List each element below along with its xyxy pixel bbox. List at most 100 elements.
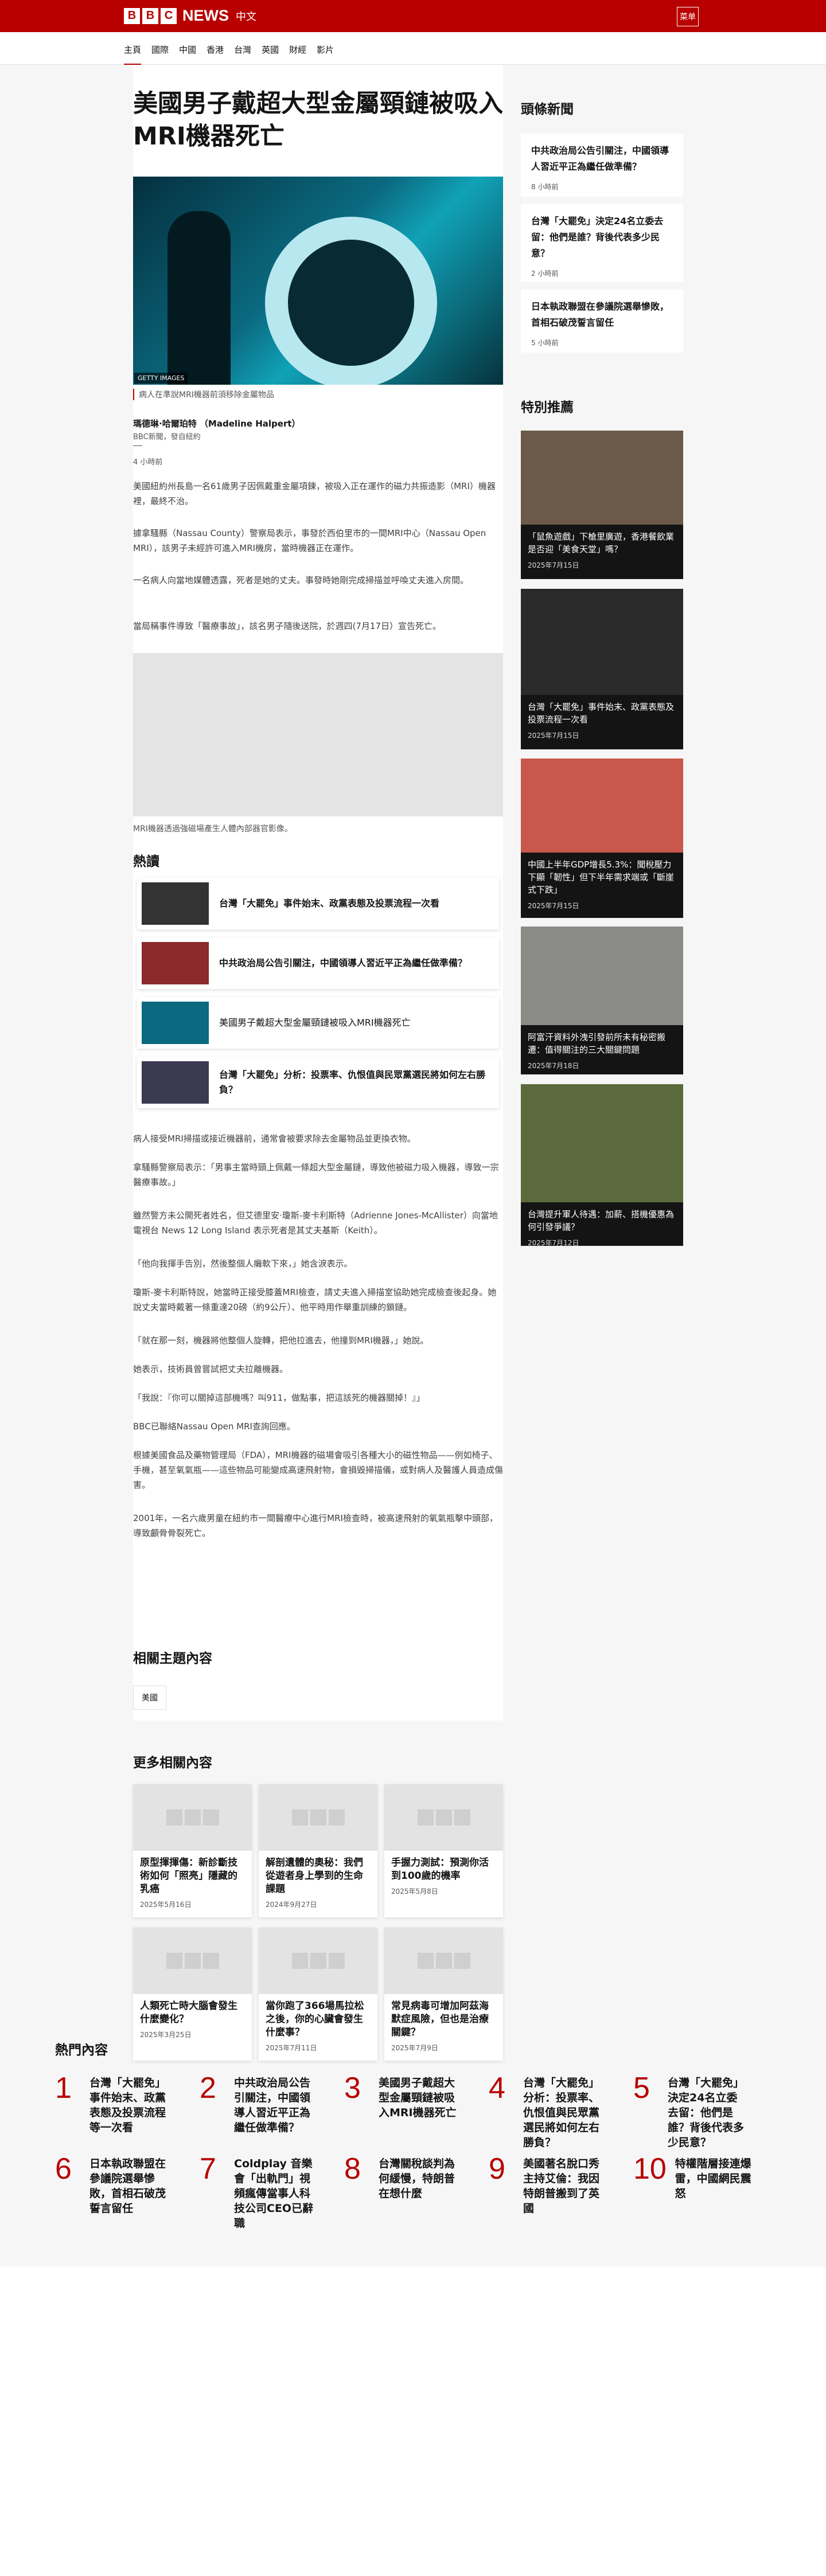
- article-paragraph: 「就在那一刻，機器將他整個人旋轉，把他拉進去，他撞到MRI機器，」她說。: [133, 1335, 429, 1346]
- most-read-title: 台灣「大罷免」分析：投票率、仇恨值與民眾黨選民將如何左右勝負？: [523, 2077, 600, 2149]
- related-date: 2025年3月25日: [140, 2031, 192, 2039]
- most-read-item[interactable]: 4 台灣「大罷免」分析：投票率、仇恨值與民眾黨選民將如何左右勝負？: [489, 2073, 609, 2150]
- latest-title: 台灣「大罷免」決定24名立委去留：他們是誰？背後代表多少民意？: [531, 216, 664, 259]
- related-card[interactable]: 常見病毒可增加阿茲海默症風險，但也是治療關鍵？ 2025年7月9日: [384, 1928, 503, 2061]
- most-read-item[interactable]: 7 Coldplay 音樂會「出軌門」視頻瘋傳當事人科技公司CEO已辭職: [200, 2154, 320, 2231]
- hot-reads-heading: 熱讀: [133, 854, 159, 869]
- related-card[interactable]: 人類死亡時大腦會發生什麼變化？ 2025年3月25日: [133, 1928, 252, 2061]
- most-read-item[interactable]: 8 台灣關稅談判為何緩慢，特朗普在想什麼: [344, 2154, 465, 2201]
- pick-card[interactable]: 台灣「大罷免」事件始末、政黨表態及投票流程一次看 2025年7月15日: [521, 589, 683, 749]
- nav-item-home[interactable]: 主頁: [124, 44, 142, 66]
- most-read-item[interactable]: 1 台灣「大罷免」事件始末、政黨表態及投票流程等一次看: [55, 2073, 176, 2135]
- most-read-item[interactable]: 9 美國著名脫口秀主持艾倫：我因特朗普搬到了英國: [489, 2154, 609, 2216]
- pick-date: 2025年7月15日: [528, 561, 579, 569]
- related-card[interactable]: 當你跑了366場馬拉松之後，你的心臟會發生什麼事？ 2025年7月11日: [259, 1928, 377, 2061]
- pick-title: 中國上半年GDP增長5.3%：聞稅壓力下顯「韌性」但下半年需求端或「斷崖式下跌」: [528, 859, 675, 895]
- pick-card[interactable]: 阿富汗資料外洩引發前所未有秘密搬遷：值得關注的三大關鍵問題 2025年7月18日: [521, 927, 683, 1074]
- most-read-item[interactable]: 6 日本執政聯盟在參議院選舉慘敗，首相石破茂誓言留任: [55, 2154, 176, 2216]
- nav-item-uk[interactable]: 英國: [262, 44, 279, 66]
- most-read-title: 美國男子戴超大型金屬頸鏈被吸入MRI機器死亡: [379, 2077, 457, 2119]
- most-read-title: 特權階層接連爆雷，中國網民震怒: [675, 2157, 751, 2200]
- latest-item[interactable]: 台灣「大罷免」決定24名立委去留：他們是誰？背後代表多少民意？ 2 小時前: [521, 204, 683, 282]
- mri-ring-shape: [265, 217, 437, 385]
- thumbnail: [142, 882, 209, 925]
- hot-read-title: 台灣「大罷免」分析：投票率、仇恨值與民眾黨選民將如何左右勝負？: [219, 1069, 486, 1095]
- article-paragraph: 2001年，一名六歲男童在紐約市一間醫療中心進行MRI檢查時，被高速飛射的氧氣瓶…: [133, 1513, 498, 1538]
- related-date: 2025年5月16日: [140, 1901, 192, 1909]
- hot-read-item[interactable]: 台灣「大罷免」分析：投票率、仇恨值與民眾黨選民將如何左右勝負？: [137, 1057, 499, 1108]
- latest-time: 8 小時前: [531, 183, 559, 191]
- logo-letter: B: [124, 7, 140, 24]
- related-date: 2025年7月11日: [266, 2044, 317, 2052]
- article-paragraph: 美國紐約州長島一名61歲男子因佩戴重金屬項鍊，被吸入正在運作的磁力共振造影（MR…: [133, 481, 496, 506]
- pick-card[interactable]: 中國上半年GDP增長5.3%：聞稅壓力下顯「韌性」但下半年需求端或「斷崖式下跌」…: [521, 759, 683, 918]
- topic-tag[interactable]: 美國: [133, 1686, 166, 1710]
- pick-image: [521, 927, 683, 1025]
- rank-number: 2: [200, 2071, 216, 2105]
- picks-heading: 特別推薦: [521, 400, 574, 415]
- nav-item-china[interactable]: 中國: [179, 44, 196, 66]
- article: 美國男子戴超大型金屬頸鏈被吸入MRI機器死亡 GETTY IMAGES 病人在準…: [133, 65, 503, 1721]
- video-player[interactable]: [133, 653, 503, 816]
- related-card[interactable]: 原型揮揮傷：新診斷技術如何「照亮」隱藏的乳癌 2025年5月16日: [133, 1784, 252, 1917]
- article-paragraph: 拿騷縣警察局表示：「男事主當時頸上佩戴一條超大型金屬鏈，導致他被磁力吸入機器，導…: [133, 1162, 499, 1187]
- most-read-item[interactable]: 10 特權階層接連爆雷，中國網民震怒: [633, 2154, 754, 2201]
- bbc-placeholder-image: [259, 1784, 377, 1851]
- article-paragraph: 她表示，技術員曾嘗試把丈夫拉離機器。: [133, 1364, 289, 1374]
- pick-card[interactable]: 「鼠魚遊戲」下槍里廣遊，香港餐飲業是否迎「美食天堂」嗎？ 2025年7月15日: [521, 431, 683, 579]
- masthead: B B C NEWS 中文 菜单: [0, 0, 826, 32]
- language-label: 中文: [236, 10, 256, 23]
- rank-number: 7: [200, 2152, 216, 2186]
- latest-item[interactable]: 日本執政聯盟在參議院選舉慘敗，首相石破茂誓言留任 5 小時前: [521, 290, 683, 353]
- most-read-item[interactable]: 3 美國男子戴超大型金屬頸鏈被吸入MRI機器死亡: [344, 2073, 465, 2120]
- topics-heading: 相關主題內容: [133, 1651, 212, 1666]
- hot-read-item[interactable]: 美國男子戴超大型金屬頸鏈被吸入MRI機器死亡: [137, 997, 499, 1049]
- article-paragraph: 根據美國食品及藥物管理局（FDA），MRI機器的磁場會吸引各種大小的磁性物品——…: [133, 1450, 504, 1490]
- pick-date: 2025年7月18日: [528, 1062, 579, 1070]
- hot-read-title: 美國男子戴超大型金屬頸鏈被吸入MRI機器死亡: [219, 1017, 411, 1028]
- article-paragraph: 據拿騷縣（Nassau County）警察局表示，事發於西伯里市的一間MRI中心…: [133, 528, 486, 553]
- nav-item-world[interactable]: 國際: [151, 44, 169, 66]
- most-read-title: 美國著名脫口秀主持艾倫：我因特朗普搬到了英國: [523, 2157, 600, 2215]
- bbc-placeholder-image: [133, 1784, 252, 1851]
- video-caption: MRI機器透過強磁場產生人體內部器官影像。: [133, 824, 293, 834]
- latest-time: 5 小時前: [531, 339, 559, 347]
- hot-read-item[interactable]: 中共政治局公告引關注，中國領導人習近平正為繼任做準備？: [137, 937, 499, 989]
- image-credit: GETTY IMAGES: [134, 373, 188, 384]
- nav-item-video[interactable]: 影片: [317, 44, 334, 66]
- related-title: 常見病毒可增加阿茲海默症風險，但也是治療關鍵？: [391, 2000, 489, 2038]
- most-read-item[interactable]: 5 台灣「大罷免」決定24名立委去留：他們是誰？背後代表多少民意？: [633, 2073, 754, 2150]
- pick-title: 阿富汗資料外洩引發前所未有秘密搬遷：值得關注的三大關鍵問題: [528, 1032, 666, 1055]
- related-date: 2025年7月9日: [391, 2044, 438, 2052]
- publish-time: 4 小時前: [133, 458, 163, 467]
- pick-image: [521, 589, 683, 695]
- bbc-placeholder-image: [133, 1928, 252, 1994]
- related-card[interactable]: 解剖遺體的奧秘：我們從遊者身上學到的生命課題 2024年9月27日: [259, 1784, 377, 1917]
- hot-read-title: 中共政治局公告引關注，中國領導人習近平正為繼任做準備？: [219, 957, 467, 968]
- related-title: 人類死亡時大腦會發生什麼變化？: [140, 2000, 237, 2025]
- bbc-placeholder-image: [384, 1784, 503, 1851]
- nav-item-taiwan[interactable]: 台灣: [234, 44, 251, 66]
- pick-title: 台灣提升軍人待遇：加薪、搭機優惠為何引發爭議？: [528, 1209, 675, 1232]
- bbc-news-logo[interactable]: B B C NEWS 中文: [124, 7, 256, 25]
- nav-item-hongkong[interactable]: 香港: [206, 44, 224, 66]
- most-read-item[interactable]: 2 中共政治局公告引關注，中國領導人習近平正為繼任做準備？: [200, 2073, 320, 2135]
- most-read-heading: 熱門內容: [55, 2043, 108, 2058]
- latest-title: 日本執政聯盟在參議院選舉慘敗，首相石破茂誓言留任: [531, 301, 669, 328]
- rank-number: 6: [55, 2152, 72, 2186]
- byline-author: 瑪德琳·哈爾珀特 （Madeline Halpert）: [133, 419, 301, 429]
- pick-card[interactable]: 台灣提升軍人待遇：加薪、搭機優惠為何引發爭議？ 2025年7月12日: [521, 1084, 683, 1247]
- nav-item-business[interactable]: 財經: [289, 44, 306, 66]
- pick-image: [521, 431, 683, 525]
- menu-button[interactable]: 菜单: [677, 7, 699, 26]
- related-card[interactable]: 手握力測試：預測你活到100歲的機率 2025年5月8日: [384, 1784, 503, 1917]
- byline-org: BBC新聞，發自紐約: [133, 433, 201, 441]
- related-title: 當你跑了366場馬拉松之後，你的心臟會發生什麼事？: [266, 2000, 364, 2038]
- latest-title: 中共政治局公告引關注，中國領導人習近平正為繼任做準備？: [531, 145, 669, 172]
- hot-read-item[interactable]: 台灣「大罷免」事件始末、政黨表態及投票流程一次看: [137, 878, 499, 929]
- bbc-placeholder-image: [384, 1928, 503, 1994]
- article-paragraph: 當局稱事件導致「醫療事故」，該名男子隨後送院，於週四(7月17日）宣告死亡。: [133, 621, 441, 631]
- thumbnail: [142, 942, 209, 984]
- most-read-title: 台灣「大罷免」決定24名立委去留：他們是誰？背後代表多少民意？: [668, 2077, 745, 2149]
- latest-item[interactable]: 中共政治局公告引關注，中國領導人習近平正為繼任做準備？ 8 小時前: [521, 134, 683, 197]
